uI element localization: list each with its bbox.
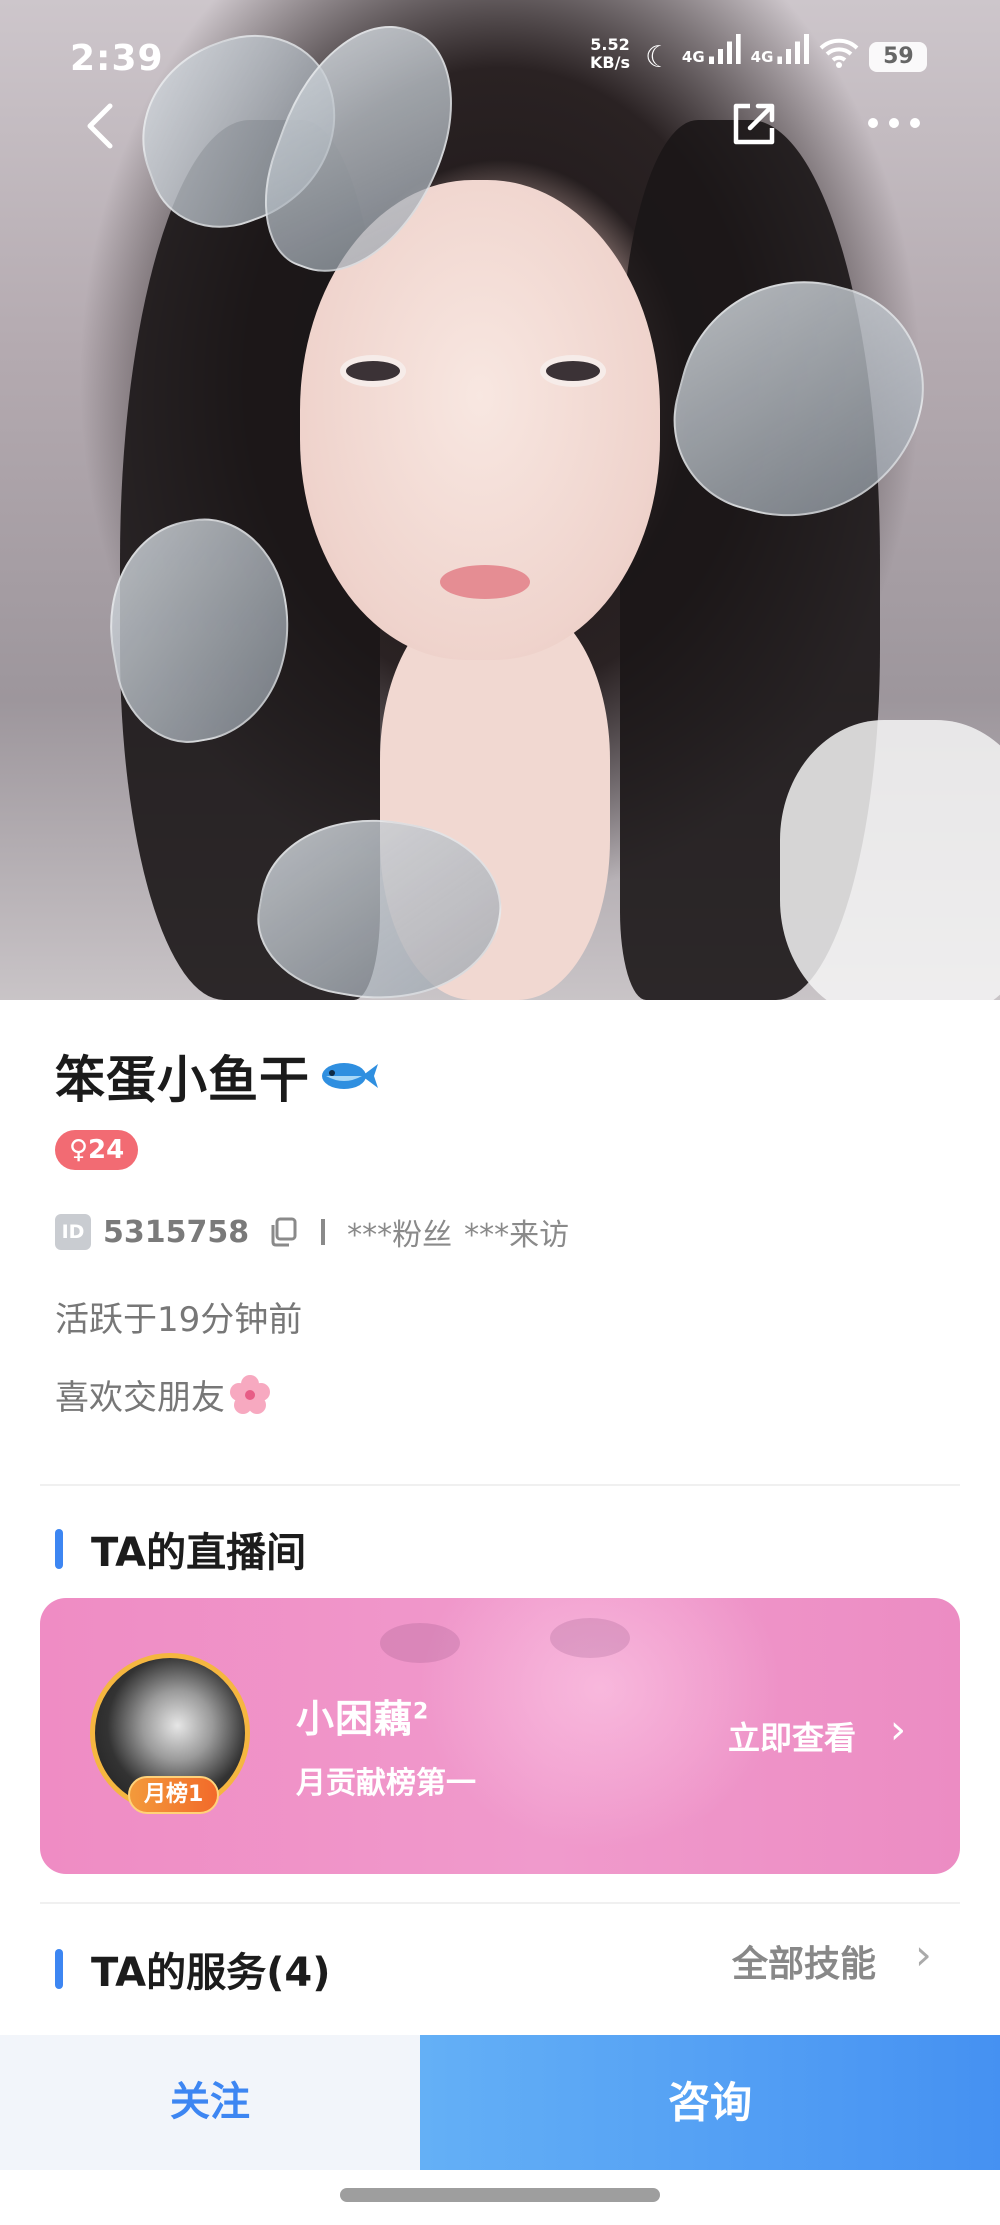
fans-count[interactable]: ***粉丝 <box>347 1210 452 1254</box>
cover-shoulder <box>780 720 1000 1000</box>
signal-icon: 4G <box>682 48 741 66</box>
bio: 喜欢交朋友 <box>55 1370 271 1419</box>
bottom-action-bar: 关注 咨询 <box>0 2035 1000 2170</box>
rank-badge: 月榜1 <box>128 1776 220 1814</box>
fish-icon <box>322 1063 378 1089</box>
section-accent-bar <box>55 1949 63 1989</box>
battery-icon: 59 <box>869 42 928 72</box>
streamer-name: 小困藕2 <box>296 1688 429 1743</box>
chevron-right-icon: › <box>915 1930 932 1979</box>
chevron-right-icon: › <box>890 1707 906 1753</box>
share-button[interactable] <box>728 98 780 150</box>
user-name: 笨蛋小鱼干 <box>55 1051 310 1109</box>
services-section-header: TA的服务(4) <box>55 1940 331 1998</box>
user-id: 5315758 <box>103 1214 250 1250</box>
streamer-name-text: 小困藕 <box>296 1697 414 1741</box>
section-accent-bar <box>55 1529 63 1569</box>
more-button[interactable] <box>865 108 923 138</box>
visits-count[interactable]: ***来访 <box>464 1210 569 1254</box>
section-divider <box>40 1902 960 1904</box>
cover-eye-right <box>540 355 606 387</box>
cherry-blossom-icon <box>230 1374 270 1414</box>
cover-eye-left <box>340 355 406 387</box>
streamer-subtitle: 月贡献榜第一 <box>296 1766 476 1801</box>
status-time: 2:39 <box>70 38 164 79</box>
name-row: 笨蛋小鱼干 <box>55 1040 380 1112</box>
consult-button[interactable]: 咨询 <box>420 2035 1000 2170</box>
home-indicator[interactable] <box>340 2188 660 2202</box>
network-speed: 5.52 KB/s <box>590 36 630 72</box>
id-row: ID 5315758 ***粉丝 ***来访 <box>55 1210 569 1254</box>
all-skills-link[interactable]: 全部技能 <box>732 1935 876 1987</box>
services-section-title: TA的服务(4) <box>91 1950 331 1996</box>
last-active: 活跃于19分钟前 <box>55 1300 303 1340</box>
live-room-card[interactable]: 月榜1 小困藕2 月贡献榜第一 立即查看 › <box>40 1598 960 1874</box>
section-divider <box>40 1484 960 1486</box>
view-now-button[interactable]: 立即查看 <box>728 1713 856 1759</box>
back-button[interactable] <box>80 100 120 152</box>
network-speed-value: 5.52 <box>590 35 630 54</box>
card-background-art <box>380 1623 460 1663</box>
id-tag: ID <box>55 1214 91 1250</box>
gender-age-badge: ♀24 <box>55 1130 139 1170</box>
wifi-icon <box>819 37 859 77</box>
signal-icon: 4G <box>751 48 810 66</box>
card-background-art <box>550 1618 630 1658</box>
network-speed-unit: KB/s <box>590 53 630 72</box>
divider <box>321 1219 326 1245</box>
follow-button[interactable]: 关注 <box>0 2035 420 2170</box>
share-external-icon <box>733 103 775 145</box>
status-bar: 2:39 5.52 KB/s ☾ 4G 4G 59 <box>0 0 1000 110</box>
bio-text: 喜欢交朋友 <box>55 1378 225 1418</box>
live-section-header: TA的直播间 <box>55 1520 306 1578</box>
chevron-left-icon <box>87 103 113 149</box>
copy-icon[interactable] <box>267 1216 299 1248</box>
streamer-name-sup: 2 <box>413 1699 430 1725</box>
live-section-title: TA的直播间 <box>91 1530 307 1576</box>
status-icons: ☾ 4G 4G 59 <box>645 34 928 80</box>
moon-icon: ☾ <box>645 39 672 75</box>
profile-cover-photo[interactable] <box>0 0 1000 1000</box>
cover-lips <box>440 565 530 599</box>
more-dots-icon <box>868 118 920 128</box>
